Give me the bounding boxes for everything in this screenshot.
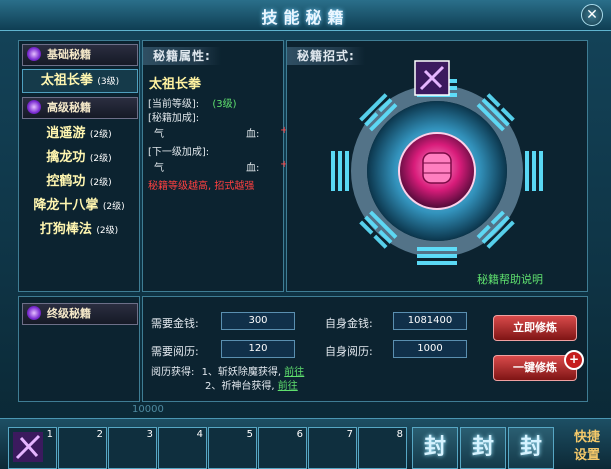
level-tip: 秘籍等级越高, 招式越强 <box>148 181 255 192</box>
purple-gem-icon <box>27 306 41 320</box>
purple-gem-icon <box>27 47 41 61</box>
bagua-diagram <box>331 60 543 265</box>
title-bar: 技能秘籍 ✕ <box>0 0 611 31</box>
skill-item-dagou[interactable]: 打狗棒法 (2级) <box>22 219 136 241</box>
hotbar-slot-7[interactable]: 7 <box>308 427 357 469</box>
hotbar-slot-6[interactable]: 6 <box>258 427 307 469</box>
gain-line-2: 2、祈神台获得, 前往 <box>205 381 298 392</box>
seal-slot-1[interactable]: 封 <box>412 427 458 469</box>
final-section-header[interactable]: 终级秘籍 <box>22 303 138 325</box>
hotbar-slot-2[interactable]: 2 <box>58 427 107 469</box>
skill-move-panel: 秘籍招式: 秘籍帮助说明 <box>286 40 588 292</box>
money-value: 300 <box>221 312 295 330</box>
one-click-train-button[interactable]: 一键修炼 + <box>493 350 584 381</box>
skill-name: 太祖长拳 <box>149 77 202 92</box>
next-level-label: [下一级加成]: <box>148 147 210 158</box>
seal-slot-2[interactable]: 封 <box>460 427 506 469</box>
skill-item-xiaoyao[interactable]: 逍遥游 (2级) <box>22 123 136 145</box>
faint-value: 10000 <box>132 404 164 415</box>
attr-header: 秘籍属性: <box>143 47 221 65</box>
skill-item-xianglong[interactable]: 降龙十八掌 (2级) <box>22 195 136 217</box>
hotbar-slot-1[interactable]: 1 <box>8 427 57 469</box>
final-section-panel: 终级秘籍 <box>18 296 140 402</box>
bonus-row: 气 血: +200 <box>154 125 307 140</box>
cost-panel: 需要金钱: 300 自身金钱: 1081400 需要阅历: 120 自身阅历: … <box>142 296 588 402</box>
own-exp-value: 1000 <box>393 340 467 358</box>
hotbar-slot-8[interactable]: 8 <box>358 427 407 469</box>
skill-item-qinlong[interactable]: 擒龙功 (2级) <box>22 147 136 169</box>
plus-icon: + <box>564 350 584 370</box>
money-label: 需要金钱: <box>151 317 199 330</box>
seal-slot-3[interactable]: 封 <box>508 427 554 469</box>
own-exp-label: 自身阅历: <box>325 345 373 358</box>
skill-list-panel: 基础秘籍 太祖长拳 (3级) 高级秘籍 逍遥游 (2级) 擒龙功 (2级) 控鹤… <box>18 40 140 292</box>
close-button[interactable]: ✕ <box>581 4 603 26</box>
basic-section-header: 基础秘籍 <box>22 44 138 66</box>
own-money-label: 自身金钱: <box>325 317 373 330</box>
close-icon: ✕ <box>586 7 598 23</box>
bonus-label: [秘籍加成]: <box>148 113 200 124</box>
skill-attr-panel: 秘籍属性: 太祖长拳 [当前等级]: (3级) [秘籍加成]: 气 血: +20… <box>142 40 307 292</box>
hotbar: 1 2 3 4 5 6 7 8 封 封 封 快捷 设置 <box>0 418 611 469</box>
skill-item-konghe[interactable]: 控鹤功 (2级) <box>22 171 136 193</box>
next-bonus-row: 气 血: +250 <box>154 159 307 174</box>
help-link[interactable]: 秘籍帮助说明 <box>477 271 543 287</box>
quick-settings-button[interactable]: 快捷 设置 <box>569 429 605 465</box>
gain-line-1: 阅历获得: 1、斩妖除魔获得, 前往 <box>151 367 305 378</box>
current-level-row: [当前等级]: (3级) <box>148 99 237 110</box>
exp-value: 120 <box>221 340 295 358</box>
hotbar-slot-5[interactable]: 5 <box>208 427 257 469</box>
exp-label: 需要阅历: <box>151 345 199 358</box>
goto-link-2[interactable]: 前往 <box>278 381 298 392</box>
hotbar-slot-3[interactable]: 3 <box>108 427 157 469</box>
own-money-value: 1081400 <box>393 312 467 330</box>
hotbar-slot-4[interactable]: 4 <box>158 427 207 469</box>
purple-gem-icon <box>27 100 41 114</box>
train-now-button[interactable]: 立即修炼 <box>493 315 577 341</box>
skill-book-window: 技能秘籍 ✕ 基础秘籍 太祖长拳 (3级) 高级秘籍 逍遥游 (2级) 擒龙功 … <box>0 0 611 469</box>
skill-item-taizu[interactable]: 太祖长拳 (3级) <box>22 69 138 93</box>
window-title: 技能秘籍 <box>261 8 350 27</box>
advanced-section-header: 高级秘籍 <box>22 97 138 119</box>
